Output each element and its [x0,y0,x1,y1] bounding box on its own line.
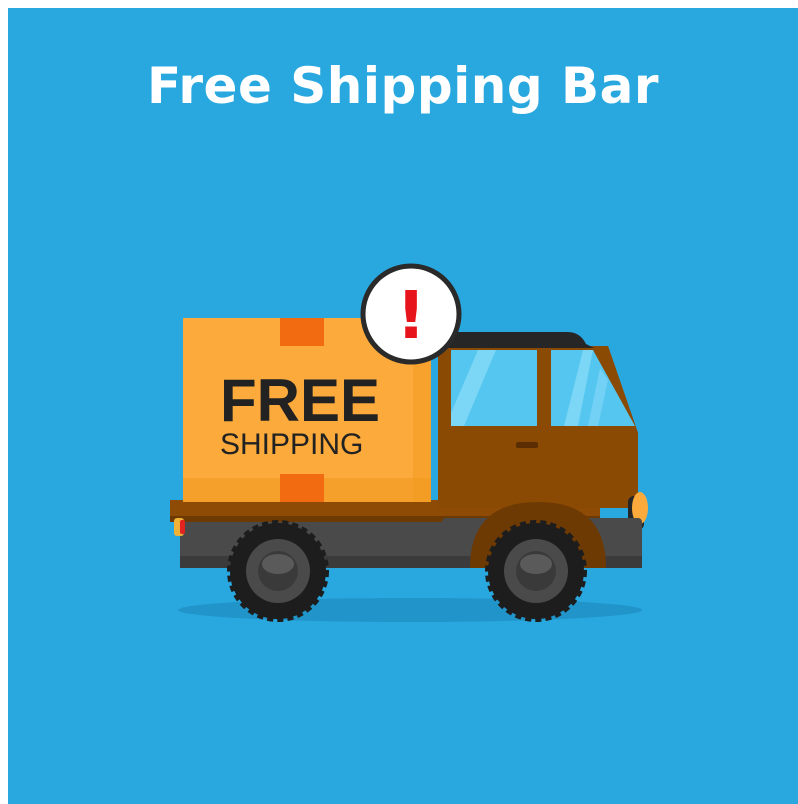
door-handle [516,442,538,448]
rear-wheel [227,520,329,622]
banner: Free Shipping Bar FREE SHIPPING ! [8,8,798,804]
box-label-free: FREE [220,367,380,434]
cab-roof [438,332,594,348]
exclamation-badge-icon: ! [360,263,462,365]
box-label-shipping: SHIPPING [220,428,363,461]
front-wheel [485,520,587,622]
alert-symbol: ! [396,277,426,354]
delivery-truck-illustration: FREE SHIPPING ! [170,263,648,622]
box-tape-top [280,318,324,346]
box-tape-bottom [280,474,324,502]
